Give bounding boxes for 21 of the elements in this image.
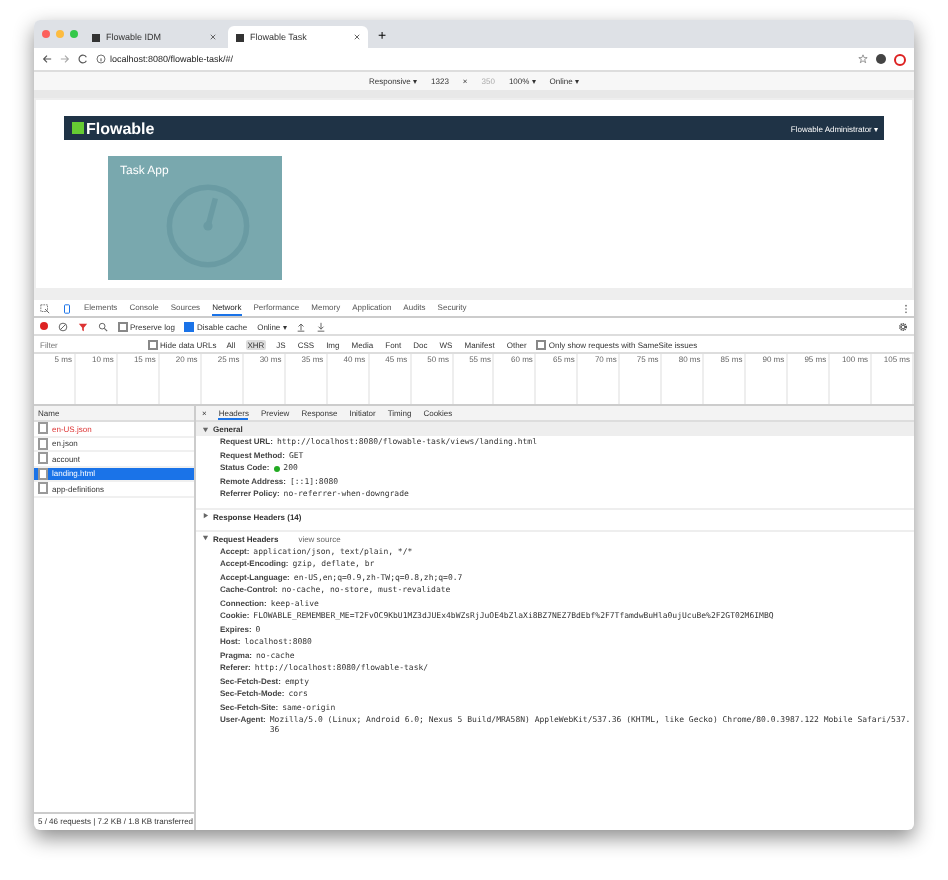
filter-icon[interactable]	[78, 321, 88, 331]
app-logo: Flowable	[72, 119, 155, 137]
close-tab-icon[interactable]	[210, 34, 216, 40]
back-icon[interactable]	[42, 54, 52, 64]
extension-icon[interactable]	[894, 53, 906, 65]
close-tab-icon[interactable]	[354, 34, 360, 40]
reload-icon[interactable]	[78, 54, 88, 64]
upload-icon[interactable]	[296, 321, 307, 331]
clear-icon[interactable]	[58, 321, 68, 331]
star-icon[interactable]	[858, 54, 868, 64]
disclosure-triangle-icon[interactable]	[202, 534, 209, 542]
search-icon[interactable]	[98, 321, 108, 331]
device-toggle-icon[interactable]	[62, 303, 72, 313]
avatar-icon[interactable]	[876, 54, 886, 64]
disclosure-triangle-icon[interactable]	[202, 512, 209, 520]
download-icon[interactable]	[316, 321, 327, 331]
inspect-icon[interactable]	[40, 303, 50, 313]
record-icon[interactable]	[40, 322, 48, 330]
disclosure-triangle-icon[interactable]	[202, 425, 209, 433]
settings-icon[interactable]	[898, 321, 908, 331]
info-icon[interactable]	[96, 54, 106, 64]
